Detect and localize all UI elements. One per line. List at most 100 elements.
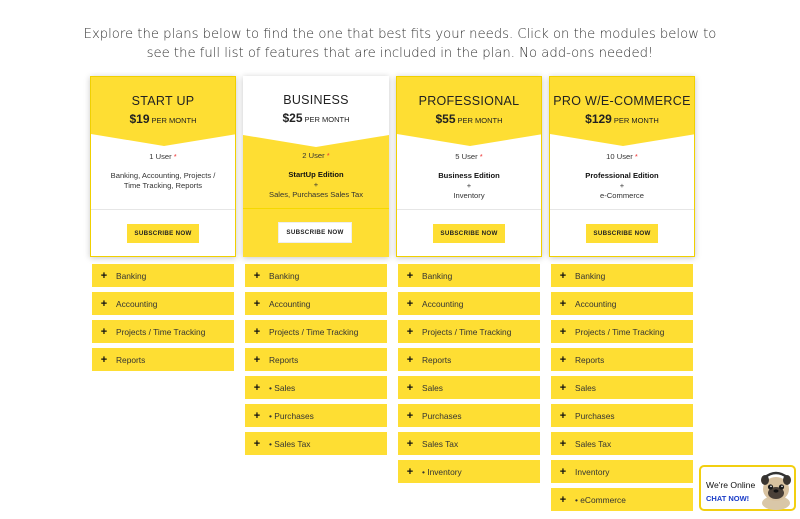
plan-footer: SUBSCRIBE NOW	[397, 209, 541, 256]
module-item[interactable]: + • eCommerce	[551, 488, 693, 511]
plus-icon: +	[559, 493, 567, 506]
module-item[interactable]: + Projects / Time Tracking	[245, 320, 387, 343]
chat-status: We're Online	[706, 480, 756, 490]
chat-widget[interactable]: We're Online CHAT NOW!	[699, 465, 796, 511]
chat-now-link[interactable]: CHAT NOW!	[706, 494, 749, 503]
plan-card-business: BUSINESS $25 PER MONTH 2 User * StartUp E…	[243, 76, 389, 257]
plus-icon: +	[406, 409, 414, 422]
plan-header: PROFESSIONAL $55 PER MONTH	[397, 77, 541, 152]
module-item[interactable]: + Projects / Time Tracking	[92, 320, 234, 343]
plan-header: BUSINESS $25 PER MONTH	[243, 76, 389, 151]
module-item[interactable]: + Banking	[245, 264, 387, 287]
subscribe-button[interactable]: SUBSCRIBE NOW	[433, 224, 505, 243]
plan-footer: SUBSCRIBE NOW	[550, 209, 694, 256]
plan-users: 1 User *	[149, 152, 177, 161]
module-list-pro-ecommerce: + Banking + Accounting + Projects / Time Tr…	[551, 264, 693, 516]
plan-users: 5 User *	[455, 152, 483, 161]
plus-icon: +	[253, 325, 261, 338]
plan-body: 10 User * Professional Edition + e-Comme…	[550, 152, 694, 207]
module-item[interactable]: + Banking	[398, 264, 540, 287]
plan-features: StartUp Edition + Sales, Purchases Sales…	[269, 170, 363, 199]
module-item[interactable]: + Purchases	[551, 404, 693, 427]
module-item[interactable]: + Reports	[551, 348, 693, 371]
plus-icon: +	[253, 353, 261, 366]
plan-header: START UP $19 PER MONTH	[91, 77, 235, 152]
subscribe-button[interactable]: SUBSCRIBE NOW	[127, 224, 199, 243]
plan-name: PROFESSIONAL	[418, 94, 520, 108]
plan-features: Professional Edition + e-Commerce	[585, 171, 659, 200]
plan-price: $129 PER MONTH	[585, 112, 659, 126]
plan-name: PRO W/E-COMMERCE	[553, 94, 691, 108]
module-item[interactable]: + Inventory	[551, 460, 693, 483]
module-item[interactable]: + • Purchases	[245, 404, 387, 427]
module-list-business: + Banking + Accounting + Projects / Time Tr…	[245, 264, 387, 460]
pug-mascot-icon	[761, 471, 791, 510]
plus-icon: +	[100, 269, 108, 282]
plus-icon: +	[559, 297, 567, 310]
module-item[interactable]: + Banking	[92, 264, 234, 287]
module-item[interactable]: + Reports	[92, 348, 234, 371]
plus-icon: +	[253, 297, 261, 310]
plan-card-professional: PROFESSIONAL $55 PER MONTH 5 User * Busin…	[396, 76, 542, 257]
module-item[interactable]: + Reports	[398, 348, 540, 371]
plan-users: 10 User *	[606, 152, 638, 161]
plus-icon: +	[559, 437, 567, 450]
subscribe-button[interactable]: SUBSCRIBE NOW	[279, 223, 351, 242]
plus-icon: +	[253, 409, 261, 422]
plus-icon: +	[406, 297, 414, 310]
plus-icon: +	[559, 325, 567, 338]
plus-icon: +	[559, 353, 567, 366]
plan-price: $19 PER MONTH	[129, 112, 197, 126]
module-item[interactable]: + Accounting	[398, 292, 540, 315]
plan-users: 2 User *	[302, 151, 330, 160]
plus-icon: +	[253, 437, 261, 450]
module-item[interactable]: + Sales Tax	[398, 432, 540, 455]
plan-card-start-up: START UP $19 PER MONTH 1 User * Banking, …	[90, 76, 236, 257]
module-item[interactable]: + • Sales Tax	[245, 432, 387, 455]
module-item[interactable]: + • Sales	[245, 376, 387, 399]
module-list-start-up: + Banking + Accounting + Projects / Time Tr…	[92, 264, 234, 376]
plus-icon: +	[559, 269, 567, 282]
plan-name: BUSINESS	[283, 93, 349, 107]
module-item[interactable]: + Accounting	[92, 292, 234, 315]
plus-icon: +	[406, 465, 414, 478]
plus-icon: +	[406, 437, 414, 450]
plan-card-pro-ecommerce: PRO W/E-COMMERCE $129 PER MONTH 10 User *…	[549, 76, 695, 257]
plan-footer: SUBSCRIBE NOW	[91, 209, 235, 256]
module-item[interactable]: + Projects / Time Tracking	[551, 320, 693, 343]
plan-footer: SUBSCRIBE NOW	[243, 208, 389, 257]
plus-icon: +	[100, 297, 108, 310]
plus-icon: +	[406, 269, 414, 282]
plan-body: 1 User * Banking, Accounting, Projects /…	[91, 152, 235, 207]
module-item[interactable]: + Reports	[245, 348, 387, 371]
plus-icon: +	[100, 325, 108, 338]
plan-body: 5 User * Business Edition + Inventory	[397, 152, 541, 207]
module-item[interactable]: + • Inventory	[398, 460, 540, 483]
plus-icon: +	[559, 465, 567, 478]
plan-name: START UP	[131, 94, 195, 108]
plan-body: 2 User * StartUp Edition + Sales, Purcha…	[243, 151, 389, 206]
module-item[interactable]: + Purchases	[398, 404, 540, 427]
plus-icon: +	[406, 381, 414, 394]
module-item[interactable]: + Sales Tax	[551, 432, 693, 455]
plus-icon: +	[253, 381, 261, 394]
module-item[interactable]: + Projects / Time Tracking	[398, 320, 540, 343]
intro-text: Explore the plans below to find the one …	[83, 27, 717, 61]
plan-price: $25 PER MONTH	[282, 111, 350, 125]
plus-icon: +	[559, 381, 567, 394]
module-item[interactable]: + Accounting	[245, 292, 387, 315]
plus-icon: +	[406, 353, 414, 366]
plan-features: Banking, Accounting, Projects / Time Tra…	[110, 171, 216, 190]
module-list-professional: + Banking + Accounting + Projects / Time Tr…	[398, 264, 540, 488]
module-item[interactable]: + Accounting	[551, 292, 693, 315]
plus-icon: +	[559, 409, 567, 422]
module-item[interactable]: + Sales	[398, 376, 540, 399]
plan-header: PRO W/E-COMMERCE $129 PER MONTH	[550, 77, 694, 152]
module-item[interactable]: + Sales	[551, 376, 693, 399]
plan-features: Business Edition + Inventory	[438, 171, 500, 200]
module-item[interactable]: + Banking	[551, 264, 693, 287]
plan-price: $55 PER MONTH	[435, 112, 503, 126]
plus-icon: +	[100, 353, 108, 366]
subscribe-button[interactable]: SUBSCRIBE NOW	[586, 224, 658, 243]
plus-icon: +	[406, 325, 414, 338]
